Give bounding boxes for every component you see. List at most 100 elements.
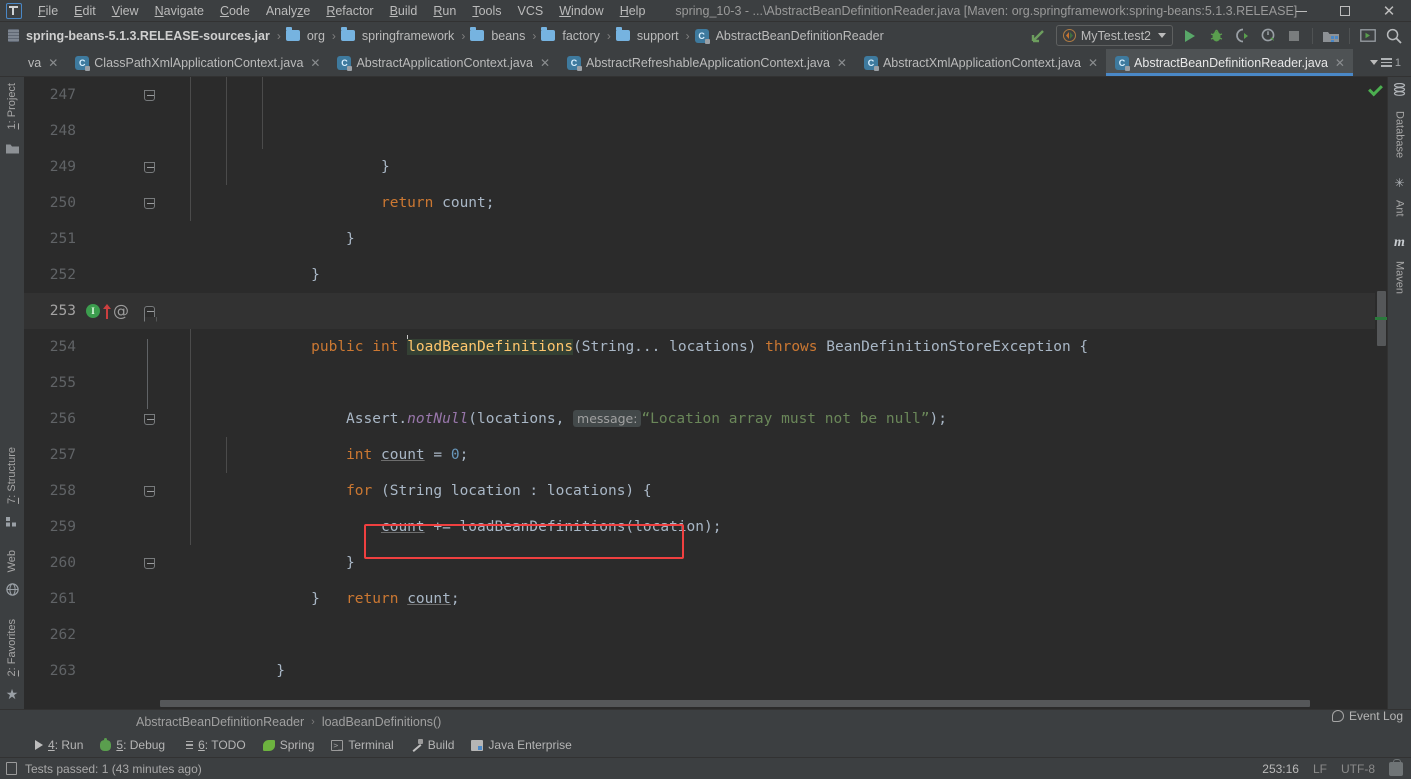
run-button[interactable] [1177,25,1203,47]
tool-window-terminal[interactable]: >_ Terminal [324,736,400,754]
code-line-255[interactable]: 255 int count = 0; [24,365,1387,463]
sidebar-item-structure[interactable]: 7: Structure [5,441,19,510]
breadcrumb-factory[interactable]: factory [541,27,602,44]
override-at-icon[interactable]: @ [113,303,129,319]
tool-window-spring[interactable]: Spring [256,736,322,754]
file-encoding[interactable]: UTF-8 [1341,762,1375,776]
tool-window-java-enterprise[interactable]: Java Enterprise [464,736,578,754]
caret-position[interactable]: 253:16 [1262,762,1299,776]
editor-scrollbar[interactable] [1375,77,1387,698]
code-line-262[interactable]: 262 } [24,617,1387,679]
code-line-260[interactable]: 260 } [24,545,1387,607]
sidebar-item-ant[interactable]: Ant [1393,194,1407,223]
code-line-247[interactable]: 247 } [24,77,1387,175]
code-line-254[interactable]: 254 Assert.notNull(locations, message: “L… [24,329,1387,427]
code-line-258[interactable]: 258 } [24,473,1387,571]
gutter[interactable]: 261 [24,581,154,617]
menu-view[interactable]: View [104,2,147,20]
code-line-250[interactable]: 250 } [24,185,1387,283]
editor-tab-0[interactable]: va ✕ [24,49,67,76]
gutter[interactable]: 256 [24,401,155,437]
line-separator[interactable]: LF [1313,762,1327,776]
breadcrumb-springframework[interactable]: springframework [340,27,456,44]
editor-tab-classpathxmlapplicationcontext[interactable]: C ClassPathXmlApplicationContext.java ✕ [66,49,329,76]
tool-window-debug[interactable]: 5: Debug [93,736,172,754]
gutter[interactable]: 248 [24,113,154,149]
gutter[interactable]: 259 [24,509,154,545]
menu-window[interactable]: Window [551,2,611,20]
read-only-toggle-icon[interactable] [1389,758,1403,776]
close-icon[interactable]: ✕ [48,57,58,69]
code-line-261[interactable]: 261 [24,581,1387,617]
gutter[interactable]: 252 [24,257,154,293]
navigate-back-icon[interactable] [1026,25,1052,47]
menu-code[interactable]: Code [212,2,258,20]
gutter[interactable]: 254 [24,329,154,365]
menu-help[interactable]: Help [612,2,654,20]
code-line-263[interactable]: 263 [24,653,1387,689]
code-line-257[interactable]: 257 count += loadBeanDefinitions(locatio… [24,437,1387,535]
search-everywhere-button[interactable] [1381,25,1407,47]
sidebar-item-project[interactable]: 1: Project [5,77,19,135]
gutter[interactable]: 260 [24,545,155,581]
code-line-252[interactable]: 252 @Override [24,257,1387,319]
breadcrumb-org[interactable]: org [285,27,327,44]
event-log-button[interactable]: Event Log [1331,709,1403,723]
breadcrumb-jar[interactable]: spring-beans-5.1.3.RELEASE-sources.jar [8,28,272,44]
breadcrumb-bottom-class[interactable]: AbstractBeanDefinitionReader [136,715,304,729]
code-line-256[interactable]: 256 for (String location : locations) { [24,401,1387,499]
tool-window-run[interactable]: 4: Run [28,736,90,754]
show-tab-list-button[interactable]: 1 [1364,56,1407,69]
tool-window-build[interactable]: Build [404,736,462,754]
horizontal-scrollbar[interactable] [24,698,1387,709]
menu-navigate[interactable]: Navigate [147,2,212,20]
code-line-253[interactable]: 253 I @ public int loadBeanDefinitions(S… [24,293,1387,355]
stop-button[interactable] [1281,25,1307,47]
run-configuration-selector[interactable]: MyTest.test2 [1055,25,1173,46]
menu-vcs[interactable]: VCS [510,2,552,20]
menu-refactor[interactable]: Refactor [318,2,381,20]
breadcrumb-class[interactable]: C AbstractBeanDefinitionReader [694,28,886,44]
gutter-icons[interactable]: I @ [86,293,129,329]
menu-analyze[interactable]: Analyze [258,2,318,20]
gutter[interactable]: 258 [24,473,155,509]
sidebar-item-favorites[interactable]: 2: Favorites [5,613,19,682]
debug-button[interactable] [1203,25,1229,47]
menu-tools[interactable]: Tools [464,2,509,20]
status-message[interactable]: Tests passed: 1 (43 minutes ago) [25,762,202,776]
gutter[interactable]: 263 [24,653,154,689]
code-content[interactable]: 247 } 248 return count; 249} 250} 251 … [24,77,1387,698]
close-icon[interactable]: ✕ [310,57,320,69]
gutter[interactable]: 253 I @ [24,293,155,329]
editor-tab-abstractapplicationcontext[interactable]: C AbstractApplicationContext.java ✕ [328,49,559,76]
code-line-249[interactable]: 249 } [24,149,1387,247]
gutter[interactable]: 251 [24,221,154,257]
select-target-button[interactable] [1355,25,1381,47]
menu-build[interactable]: Build [382,2,426,20]
code-line-259[interactable]: 259 return count; [24,509,1387,607]
sidebar-item-web[interactable]: Web [5,544,19,578]
gutter[interactable]: 250 [24,185,155,221]
profile-button[interactable] [1255,25,1281,47]
editor-tab-abstractbeandefinitionreader[interactable]: C AbstractBeanDefinitionReader.java ✕ [1106,49,1353,76]
inspection-status-widget[interactable] [1363,77,1387,103]
tool-window-todo[interactable]: 6: TODO [175,736,253,754]
breadcrumb-bottom-member[interactable]: loadBeanDefinitions() [322,715,442,729]
sidebar-item-maven[interactable]: Maven [1393,255,1407,300]
project-structure-button[interactable] [1318,25,1344,47]
gutter[interactable]: 255 [24,365,154,401]
code-line-248[interactable]: 248 return count; [24,113,1387,211]
breadcrumb-support[interactable]: support [615,27,681,44]
code-line-251[interactable]: 251 [24,221,1387,257]
scrollbar-marker[interactable] [1375,317,1387,320]
code-editor[interactable]: 247 } 248 return count; 249} 250} 251 … [24,77,1387,698]
close-button[interactable]: ✕ [1367,0,1411,22]
gutter[interactable]: 247 [24,77,155,113]
run-with-coverage-button[interactable] [1229,25,1255,47]
menu-run[interactable]: Run [425,2,464,20]
menu-file[interactable]: File [30,2,66,20]
close-icon[interactable]: ✕ [540,57,550,69]
close-icon[interactable]: ✕ [1088,57,1098,69]
gutter[interactable]: 249 [24,149,155,185]
menu-edit[interactable]: Edit [66,2,104,20]
